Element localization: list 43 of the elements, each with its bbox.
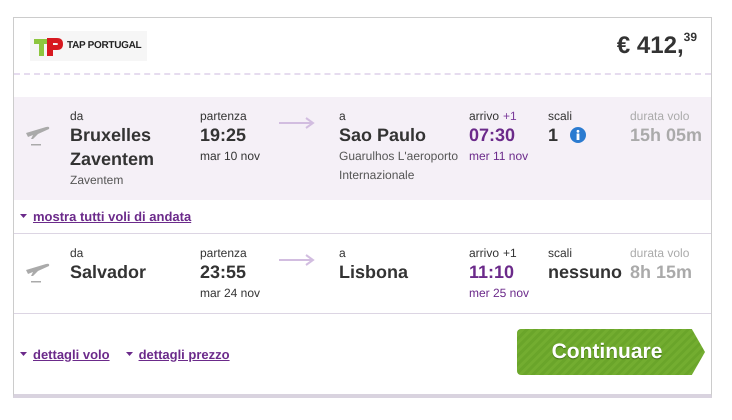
info-icon[interactable] <box>570 127 586 143</box>
duration-value: 15h 05m <box>630 124 702 147</box>
from-label: da <box>70 246 84 260</box>
arrival-date: mer 11 nov <box>469 148 528 165</box>
departure-city: Salvador <box>70 261 146 284</box>
arrival-time: 07:30 <box>469 124 516 147</box>
departure-airport: Zaventem <box>70 172 124 189</box>
show-all-flights-link[interactable]: mostra tutti voli di andata <box>33 209 192 224</box>
to-label: a <box>339 246 346 260</box>
caret-icon <box>126 352 133 356</box>
airline-name: TAP PORTUGAL <box>67 40 142 51</box>
stops-label: scali <box>548 109 572 123</box>
departure-label: partenza <box>200 246 247 260</box>
arrival-city: Sao Paulo <box>339 124 426 147</box>
details-link[interactable]: dettagli prezzo <box>138 346 230 362</box>
caret-icon <box>20 214 27 219</box>
departure-time: 23:55 <box>200 261 246 284</box>
duration-label: durata volo <box>630 246 690 260</box>
stops-label: scali <box>548 246 572 260</box>
departure-date: mar 10 nov <box>200 148 260 165</box>
from-label: da <box>70 109 84 123</box>
stops-value: nessuno <box>548 261 622 284</box>
arrival-label: arrivo <box>469 246 500 260</box>
arrival-label: arrivo <box>469 109 500 123</box>
duration-label: durata volo <box>630 109 690 123</box>
arrow-icon <box>279 254 315 266</box>
departure-date: mar 24 nov <box>200 285 260 302</box>
day-offset: +1 <box>503 109 517 123</box>
departure-time: 19:25 <box>200 124 246 147</box>
day-offset: +1 <box>503 246 517 260</box>
duration-value: 8h 15m <box>630 261 692 284</box>
arrival-airport: Guarulhos L'aeroporto Internazionale <box>339 148 460 184</box>
stops-value: 1 <box>548 124 558 147</box>
arrival-time: 11:10 <box>469 261 514 284</box>
departure-city: Bruxelles Zaventem <box>70 124 156 171</box>
departure-label: partenza <box>200 109 247 123</box>
arrival-city: Lisbona <box>339 261 408 284</box>
to-label: a <box>339 109 346 123</box>
price: € 412,$^{39}$ <box>616 32 697 60</box>
arrow-icon <box>279 117 315 129</box>
arrival-date: mer 25 nov <box>469 285 530 302</box>
caret-icon <box>20 352 27 356</box>
details-link[interactable]: dettagli volo <box>33 346 110 362</box>
